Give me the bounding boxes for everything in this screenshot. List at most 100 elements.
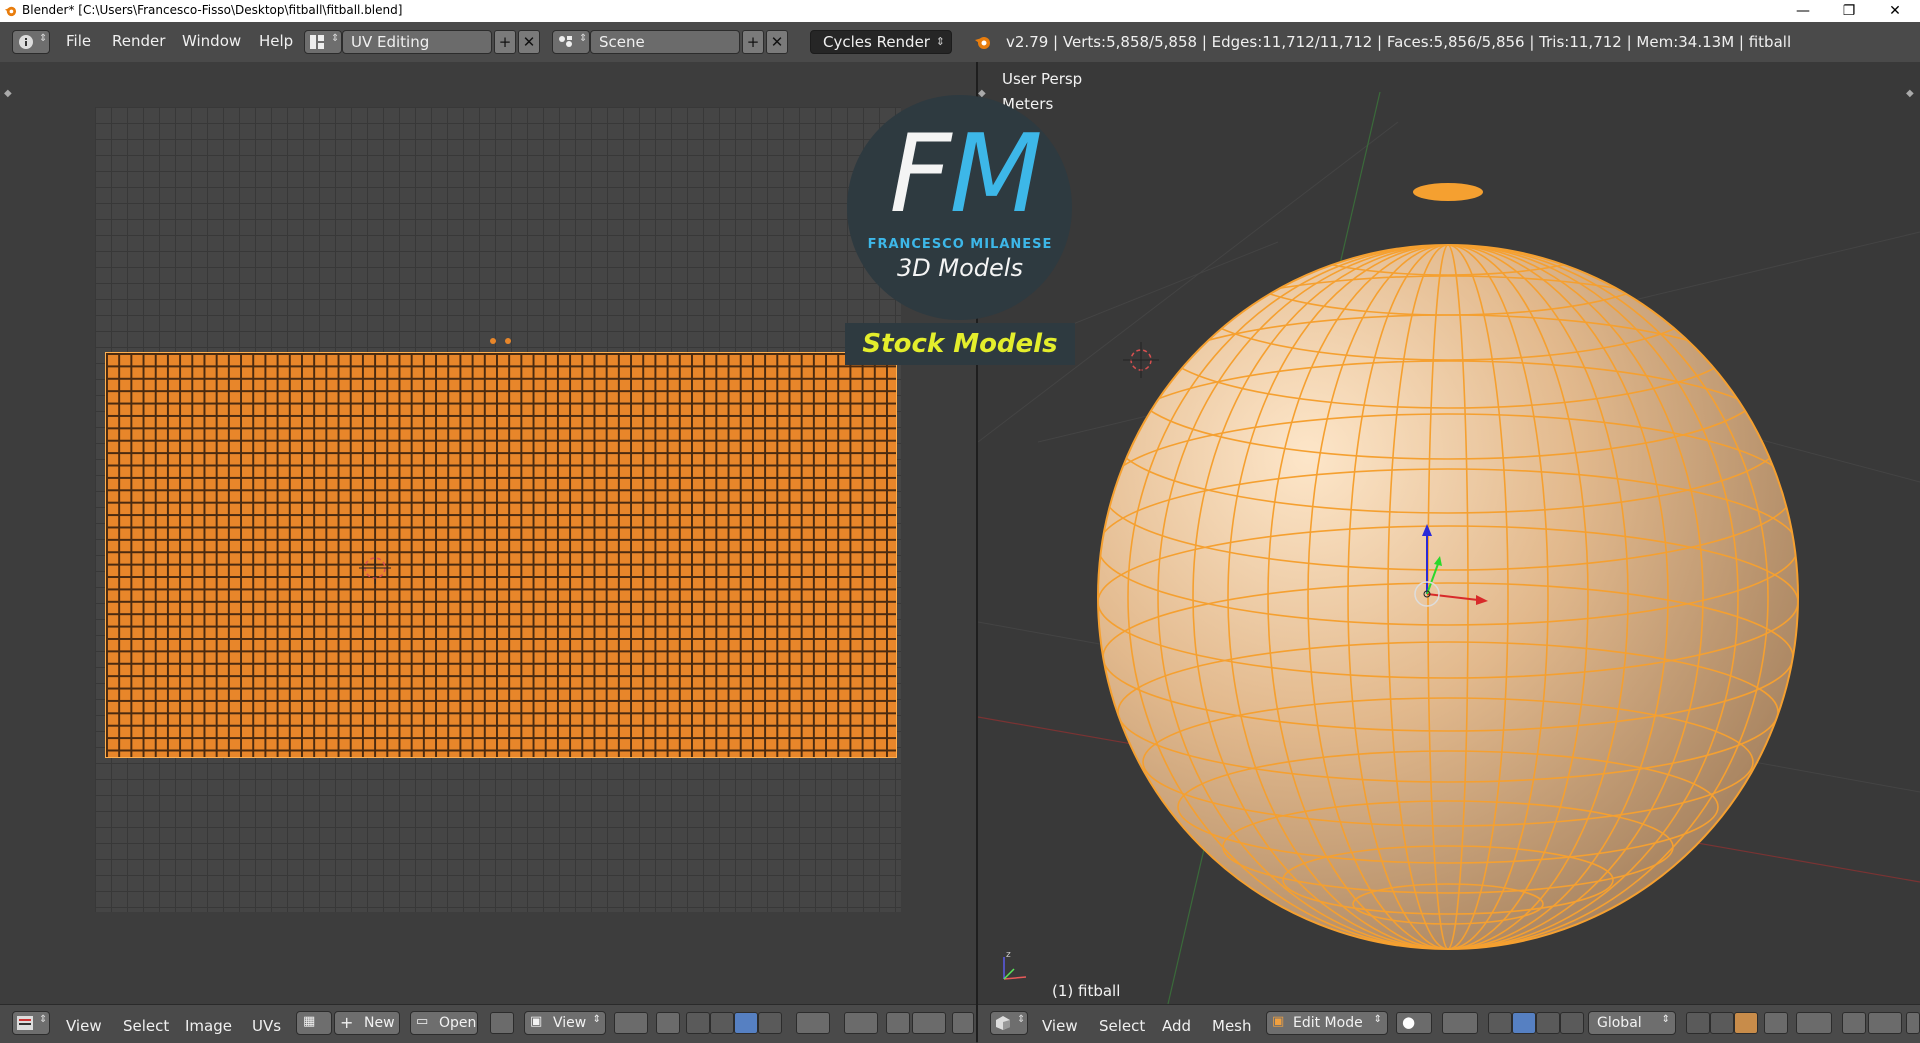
face-select-mode-icon[interactable] bbox=[1734, 1012, 1758, 1034]
transform-orientation-dropdown[interactable]: Global ⇕ bbox=[1588, 1011, 1676, 1035]
updown-icon: ⇕ bbox=[1017, 1014, 1026, 1025]
image-browse-icon: ▦ bbox=[303, 1014, 316, 1029]
plus-icon: + bbox=[340, 1013, 354, 1032]
2d-cursor-icon[interactable] bbox=[355, 548, 395, 588]
3d-cursor-icon[interactable] bbox=[1123, 342, 1159, 378]
editor-type-button[interactable]: ⇕ bbox=[12, 30, 50, 54]
interaction-mode-dropdown[interactable]: ▣ Edit Mode ⇕ bbox=[1266, 1011, 1388, 1035]
uv-vertex-dot bbox=[505, 338, 511, 344]
render-preview-icon[interactable] bbox=[1906, 1012, 1920, 1034]
uv-editor-type-button[interactable]: ⇕ bbox=[12, 1011, 50, 1035]
screen-layout-selector[interactable]: ⇕ bbox=[304, 30, 342, 54]
render-engine-label: Cycles Render bbox=[823, 33, 930, 51]
uv-menu-image[interactable]: Image bbox=[185, 1017, 232, 1035]
blender-logo-icon bbox=[975, 37, 990, 49]
updown-icon: ⇕ bbox=[1661, 1014, 1670, 1025]
manipulator-toggle-icon[interactable] bbox=[1488, 1012, 1512, 1034]
menu-window[interactable]: Window bbox=[182, 32, 241, 50]
uv-vertex-dot bbox=[490, 338, 496, 344]
translate-manipulator-icon[interactable] bbox=[1512, 1012, 1536, 1034]
minimize-button[interactable]: — bbox=[1780, 0, 1826, 22]
rotate-manipulator-icon[interactable] bbox=[1536, 1012, 1560, 1034]
updown-icon: ⇕ bbox=[579, 33, 588, 44]
transform-manipulator[interactable] bbox=[1398, 512, 1518, 632]
open-image-button[interactable]: ▭ Open bbox=[410, 1011, 478, 1035]
menu-help[interactable]: Help bbox=[259, 32, 293, 50]
uv-menu-uvs[interactable]: UVs bbox=[252, 1017, 281, 1035]
window-titlebar: Blender* [C:\Users\Francesco-Fisso\Deskt… bbox=[0, 0, 1920, 22]
new-image-button[interactable]: + New bbox=[334, 1011, 400, 1035]
snap-toggle-icon[interactable] bbox=[886, 1012, 910, 1034]
uv-menu-select[interactable]: Select bbox=[123, 1017, 169, 1035]
scene-statistics: v2.79 | Verts:5,858/5,858 | Edges:11,712… bbox=[1006, 33, 1792, 51]
sticky-selection-dropdown[interactable] bbox=[796, 1012, 830, 1034]
scene-selector[interactable]: ⇕ bbox=[552, 30, 590, 54]
scene-name-field[interactable]: Scene bbox=[590, 30, 740, 54]
vertex-select-icon[interactable] bbox=[686, 1012, 710, 1034]
island-select-icon[interactable] bbox=[758, 1012, 782, 1034]
snap-element-dropdown[interactable] bbox=[912, 1012, 946, 1034]
pin-image-icon[interactable] bbox=[490, 1012, 514, 1034]
svg-text:z: z bbox=[1006, 950, 1011, 960]
scene-icon bbox=[559, 36, 572, 47]
viewport-perspective-label: User Persp bbox=[1002, 70, 1083, 88]
interaction-mode-label: Edit Mode bbox=[1293, 1015, 1363, 1031]
pivot-center-dropdown[interactable] bbox=[1442, 1012, 1478, 1034]
properties-toggle-icon[interactable]: ◆ bbox=[1906, 88, 1914, 99]
solid-shading-icon: ● bbox=[1402, 1013, 1416, 1031]
open-image-label: Open bbox=[439, 1015, 477, 1031]
3d-menu-view[interactable]: View bbox=[1042, 1017, 1078, 1035]
uv-view-mode-label: View bbox=[553, 1015, 587, 1031]
edge-select-icon[interactable] bbox=[710, 1012, 734, 1034]
3d-menu-select[interactable]: Select bbox=[1099, 1017, 1145, 1035]
3d-view-icon bbox=[996, 1016, 1010, 1030]
updown-icon: ⇕ bbox=[935, 35, 945, 48]
3d-viewport[interactable]: z bbox=[978, 62, 1920, 1004]
screen-layout-name-field[interactable]: UV Editing bbox=[342, 30, 492, 54]
window-title: Blender* [C:\Users\Francesco-Fisso\Deskt… bbox=[22, 3, 403, 17]
pivot-point-dropdown[interactable] bbox=[614, 1012, 648, 1034]
info-header: ⇕ File Render Window Help ⇕ UV Editing +… bbox=[0, 22, 1920, 63]
menu-render[interactable]: Render bbox=[112, 32, 165, 50]
updown-icon: ⇕ bbox=[592, 1014, 601, 1025]
3d-proportional-edit-dropdown[interactable] bbox=[1796, 1012, 1832, 1034]
vertex-select-mode-icon[interactable] bbox=[1686, 1012, 1710, 1034]
image-editor-icon bbox=[17, 1016, 33, 1030]
viewport-shading-dropdown[interactable]: ● bbox=[1396, 1012, 1432, 1034]
sync-selection-icon[interactable] bbox=[656, 1012, 680, 1034]
menu-file[interactable]: File bbox=[66, 32, 91, 50]
transform-orientation-label: Global bbox=[1597, 1015, 1642, 1031]
updown-icon: ⇕ bbox=[331, 33, 340, 44]
proportional-edit-dropdown[interactable] bbox=[844, 1012, 878, 1034]
delete-screen-button[interactable]: ✕ bbox=[518, 30, 540, 54]
axis-orientation-icon: z bbox=[1003, 950, 1027, 980]
add-scene-button[interactable]: + bbox=[742, 30, 764, 54]
uv-mesh-islands[interactable] bbox=[105, 352, 897, 758]
3d-snap-toggle-icon[interactable] bbox=[1842, 1012, 1866, 1034]
render-slot-icon[interactable] bbox=[952, 1012, 974, 1034]
limit-selection-icon[interactable] bbox=[1764, 1012, 1788, 1034]
uv-view-mode-dropdown[interactable]: ▣ View ⇕ bbox=[524, 1011, 606, 1035]
image-browse-button[interactable]: ▦ bbox=[296, 1011, 332, 1035]
edit-mode-icon: ▣ bbox=[1272, 1014, 1285, 1029]
delete-scene-button[interactable]: ✕ bbox=[766, 30, 788, 54]
add-screen-button[interactable]: + bbox=[494, 30, 516, 54]
restore-button[interactable]: ❐ bbox=[1826, 0, 1872, 22]
close-button[interactable]: ✕ bbox=[1872, 0, 1918, 22]
toolshelf-toggle-icon[interactable]: ◆ bbox=[4, 88, 12, 99]
updown-icon: ⇕ bbox=[1373, 1014, 1382, 1025]
edge-select-mode-icon[interactable] bbox=[1710, 1012, 1734, 1034]
logo-stock-banner: Stock Models bbox=[845, 323, 1075, 365]
face-select-icon[interactable] bbox=[734, 1012, 758, 1034]
view-mode-icon: ▣ bbox=[530, 1014, 543, 1029]
scale-manipulator-icon[interactable] bbox=[1560, 1012, 1584, 1034]
3d-snap-element-dropdown[interactable] bbox=[1868, 1012, 1902, 1034]
logo-initials: FM bbox=[889, 112, 1042, 237]
active-object-label: (1) fitball bbox=[1052, 982, 1121, 1000]
3d-menu-mesh[interactable]: Mesh bbox=[1212, 1017, 1252, 1035]
3d-editor-type-button[interactable]: ⇕ bbox=[990, 1011, 1028, 1035]
render-engine-dropdown[interactable]: Cycles Render ⇕ bbox=[810, 30, 952, 54]
uv-menu-view[interactable]: View bbox=[66, 1017, 102, 1035]
updown-icon: ⇕ bbox=[39, 33, 48, 44]
3d-menu-add[interactable]: Add bbox=[1162, 1017, 1191, 1035]
